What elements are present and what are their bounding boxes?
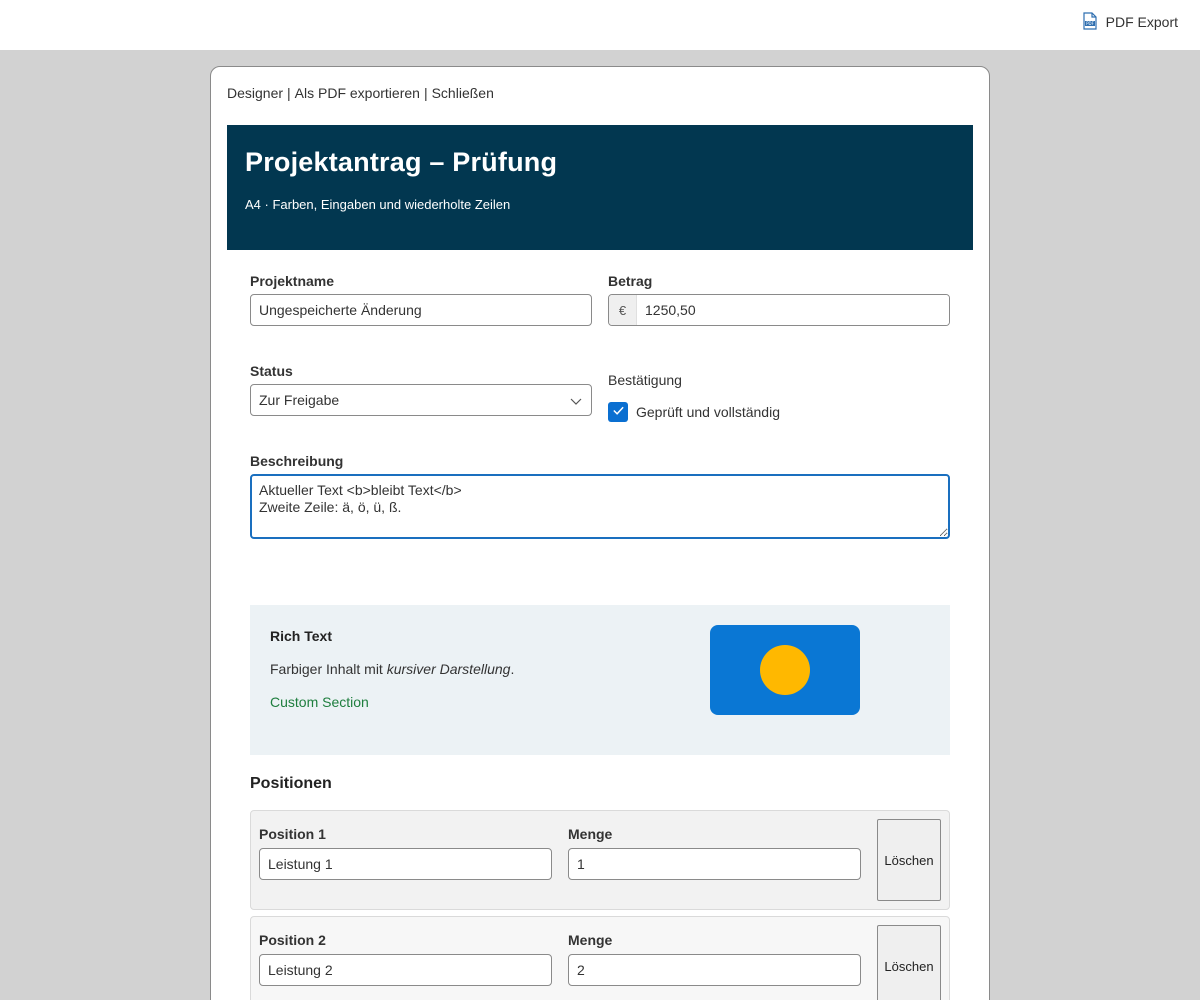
position-row: Position 1 Menge Löschen	[250, 810, 950, 910]
quantity-label: Menge	[568, 932, 613, 948]
rich-text-section: Rich Text Farbiger Inhalt mit kursiver D…	[250, 605, 950, 755]
positions-heading: Positionen	[250, 775, 332, 792]
delete-position-button[interactable]: Löschen	[877, 819, 941, 901]
custom-section-link[interactable]: Custom Section	[270, 694, 369, 710]
quantity-label: Menge	[568, 826, 613, 842]
delete-position-button[interactable]: Löschen	[877, 925, 941, 1000]
description-label: Beschreibung	[250, 453, 344, 469]
rich-text-body-italic: kursiver Darstellung	[386, 661, 511, 677]
amount-field: €	[608, 294, 950, 326]
document-subtitle: A4 · Farben, Eingaben und wiederholte Ze…	[245, 197, 511, 212]
rich-text-title: Rich Text	[270, 628, 332, 644]
menu-export-pdf[interactable]: Als PDF exportieren	[295, 85, 420, 101]
description-textarea[interactable]: Aktueller Text <b>bleibt Text</b> Zweite…	[250, 474, 950, 539]
pdf-export-button[interactable]: PDF PDF Export	[1082, 11, 1178, 33]
position-service-input[interactable]	[259, 848, 552, 880]
menu-close[interactable]: Schließen	[432, 85, 494, 101]
confirmation-label: Bestätigung	[608, 372, 682, 388]
menu-separator: |	[423, 85, 428, 101]
status-selected-value: Zur Freigabe	[259, 392, 340, 408]
rich-text-body: Farbiger Inhalt mit kursiver Darstellung…	[270, 661, 514, 677]
document-title: Projektantrag – Prüfung	[245, 147, 558, 177]
position-quantity-input[interactable]	[568, 954, 861, 986]
rich-text-body-suffix: .	[510, 661, 515, 677]
dialog-menu: Designer | Als PDF exportieren | Schließen	[227, 85, 494, 101]
pdf-export-label: PDF Export	[1105, 14, 1178, 30]
menu-designer[interactable]: Designer	[227, 85, 283, 101]
chevron-down-icon	[569, 394, 583, 408]
currency-prefix: €	[609, 295, 637, 325]
checkmark-icon	[612, 404, 625, 420]
amount-label: Betrag	[608, 273, 653, 289]
top-toolbar: PDF PDF Export	[0, 0, 1200, 50]
document-header-banner: Projektantrag – Prüfung A4 · Farben, Ein…	[227, 125, 973, 250]
menu-separator: |	[287, 85, 291, 101]
position-service-input[interactable]	[259, 954, 552, 986]
project-name-label: Projektname	[250, 273, 335, 289]
position-quantity-input[interactable]	[568, 848, 861, 880]
status-label: Status	[250, 363, 293, 379]
decorative-image	[710, 625, 860, 715]
confirmation-checkbox[interactable]	[608, 402, 628, 422]
confirmation-checkbox-row: Geprüft und vollständig	[608, 402, 780, 422]
amount-input[interactable]	[637, 295, 949, 325]
position-label: Position 1	[259, 826, 326, 842]
confirmation-checkbox-label: Geprüft und vollständig	[636, 404, 780, 420]
position-label: Position 2	[259, 932, 326, 948]
pdf-file-icon: PDF	[1082, 11, 1098, 33]
yellow-circle-icon	[760, 645, 810, 695]
project-name-input[interactable]	[250, 294, 592, 326]
position-row: Position 2 Menge Löschen	[250, 916, 950, 1000]
rich-text-body-prefix: Farbiger Inhalt mit	[270, 661, 387, 677]
status-select[interactable]: Zur Freigabe	[250, 384, 592, 416]
designer-dialog: Designer | Als PDF exportieren | Schließen P…	[210, 66, 990, 1000]
svg-text:PDF: PDF	[1086, 21, 1094, 26]
